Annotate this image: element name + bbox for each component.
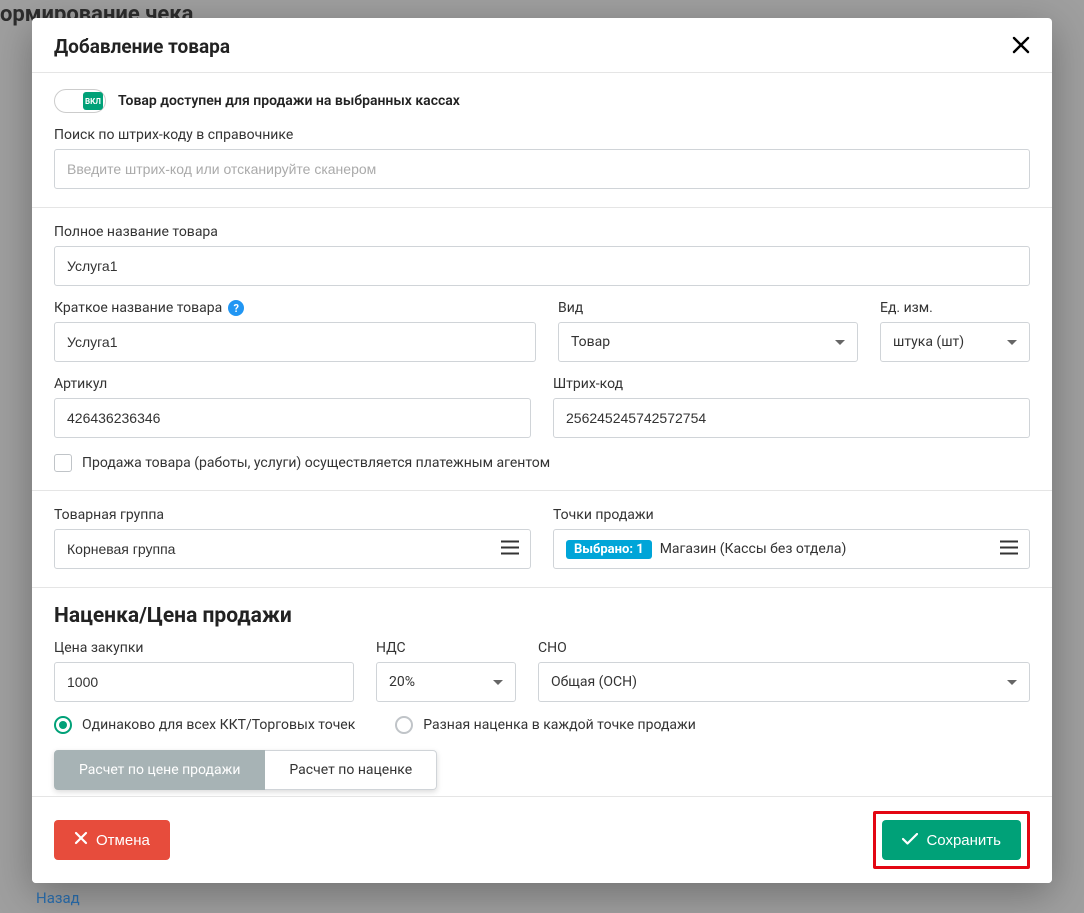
purchase-price-label: Цена закупки [54, 640, 354, 656]
close-icon [74, 831, 88, 849]
article-label: Артикул [54, 376, 531, 392]
radio-diff-markup-label: Разная наценка в каждой точке продажи [423, 717, 696, 733]
barcode-search-input[interactable] [54, 149, 1030, 189]
list-icon[interactable] [1000, 540, 1018, 559]
kind-select[interactable]: Товар [558, 322, 858, 362]
barcode-label: Штрих-код [553, 376, 1030, 392]
cancel-button-label: Отмена [96, 832, 150, 849]
close-icon[interactable] [1012, 34, 1030, 58]
vat-label: НДС [376, 640, 516, 656]
tax-system-select[interactable]: Общая (ОСН) [538, 662, 1030, 702]
group-input[interactable] [54, 529, 531, 569]
help-icon[interactable]: ? [228, 300, 244, 316]
short-name-label: Краткое название товара ? [54, 300, 536, 316]
kind-value: Товар [571, 334, 610, 350]
group-label: Товарная группа [54, 507, 531, 523]
back-link[interactable]: Назад [36, 889, 80, 907]
short-name-input[interactable] [54, 322, 536, 362]
selected-count-badge: Выбрано: 1 [566, 540, 652, 559]
modal-title: Добавление товара [54, 35, 230, 58]
tax-system-label: СНО [538, 640, 1030, 656]
save-button[interactable]: Сохранить [882, 820, 1021, 860]
tax-system-value: Общая (ОСН) [551, 674, 637, 690]
availability-toggle[interactable]: ВКЛ [54, 89, 106, 113]
radio-diff-markup[interactable] [395, 716, 413, 734]
check-icon [902, 832, 918, 849]
availability-toggle-label: Товар доступен для продажи на выбранных … [118, 93, 460, 109]
agent-checkbox-label: Продажа товара (работы, услуги) осуществ… [82, 455, 550, 471]
chevron-down-icon [1007, 680, 1017, 685]
chevron-down-icon [1007, 340, 1017, 345]
full-name-input[interactable] [54, 246, 1030, 286]
toggle-on-icon: ВКЛ [83, 92, 103, 110]
sales-points-select[interactable]: Выбрано: 1 Магазин (Кассы без отдела) [553, 529, 1030, 569]
chevron-down-icon [835, 340, 845, 345]
chevron-down-icon [493, 680, 503, 685]
radio-same-markup[interactable] [54, 716, 72, 734]
sales-points-value: Магазин (Кассы без отдела) [660, 541, 847, 557]
list-icon[interactable] [501, 540, 519, 559]
agent-checkbox[interactable] [54, 454, 72, 472]
segment-by-price[interactable]: Расчет по цене продажи [54, 750, 265, 790]
save-button-label: Сохранить [926, 832, 1001, 849]
radio-same-markup-label: Одинаково для всех ККТ/Торговых точек [82, 717, 355, 733]
unit-select[interactable]: штука (шт) [880, 322, 1030, 362]
barcode-input[interactable] [553, 398, 1030, 438]
kind-label: Вид [558, 300, 858, 316]
pricing-title: Наценка/Цена продажи [54, 604, 1030, 628]
sales-points-label: Точки продажи [553, 507, 1030, 523]
article-input[interactable] [54, 398, 531, 438]
purchase-price-input[interactable] [54, 662, 354, 702]
save-button-highlight: Сохранить [873, 811, 1030, 869]
unit-value: штука (шт) [893, 334, 964, 350]
vat-value: 20% [389, 674, 415, 690]
add-product-modal: Добавление товара ВКЛ Товар доступен для… [32, 18, 1052, 883]
cancel-button[interactable]: Отмена [54, 820, 170, 860]
unit-label: Ед. изм. [880, 300, 1030, 316]
segment-by-markup[interactable]: Расчет по наценке [265, 750, 437, 790]
vat-select[interactable]: 20% [376, 662, 516, 702]
full-name-label: Полное название товара [54, 224, 1030, 240]
barcode-search-label: Поиск по штрих-коду в справочнике [54, 127, 1030, 143]
